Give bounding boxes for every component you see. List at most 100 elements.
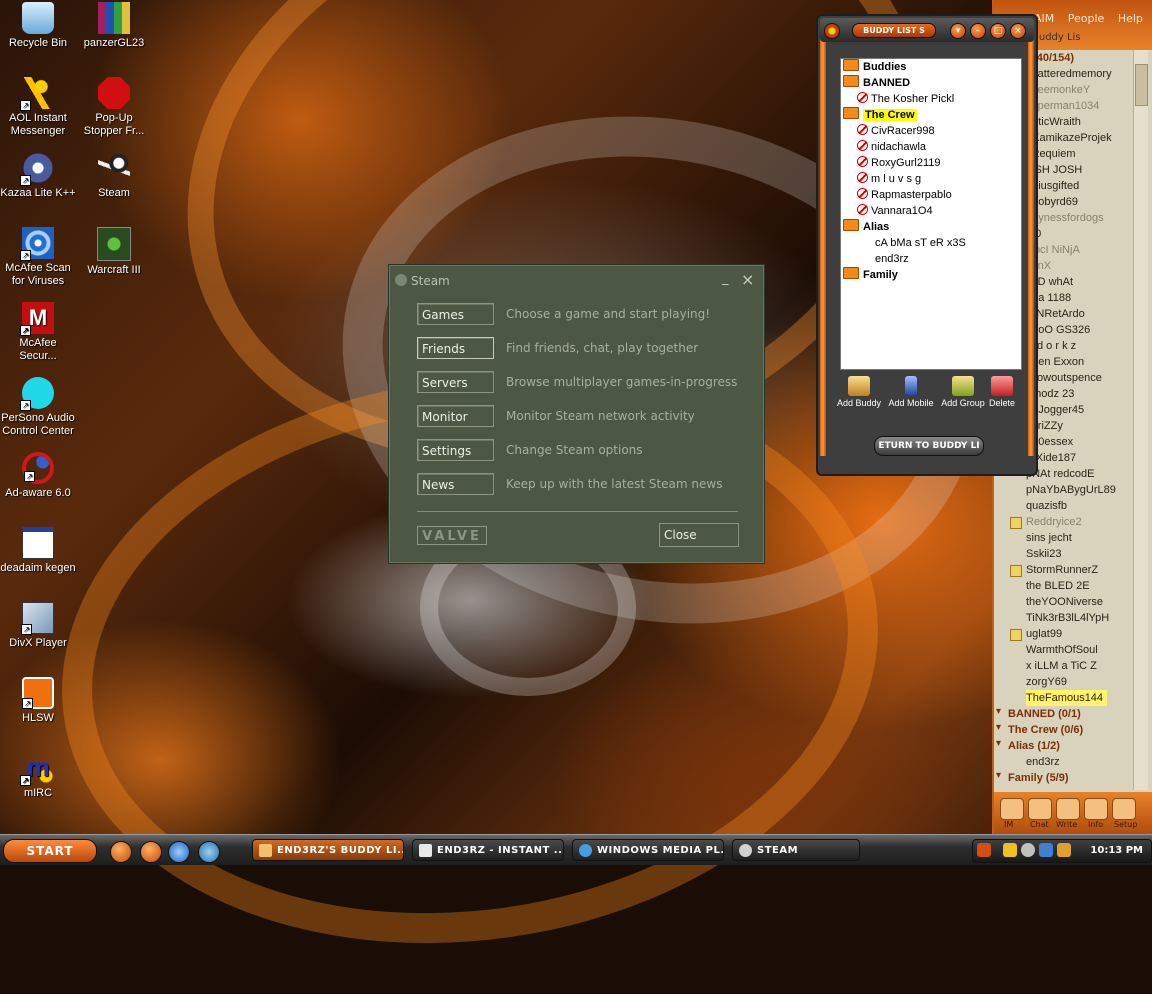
collapse-arrow-icon[interactable]: ▾	[996, 738, 1001, 749]
collapse-arrow-icon[interactable]: ▾	[996, 706, 1001, 717]
add-mobile-button[interactable]: Add Mobile	[886, 376, 936, 408]
buddy-group-header[interactable]: BANNED (0/1)	[1008, 706, 1081, 722]
desktop-icon-persono[interactable]: ↗ PerSono Audio Control Center	[0, 377, 76, 438]
monitor-button[interactable]: Monitor	[417, 405, 494, 427]
buddy-row[interactable]: quazisfb	[1026, 498, 1067, 514]
quicklaunch-firefox-icon[interactable]	[140, 841, 162, 863]
close-button[interactable]: Close	[659, 523, 739, 547]
buddy-row[interactable]: Sskii23	[1026, 546, 1061, 562]
minimize-button[interactable]: _	[722, 271, 729, 286]
start-button[interactable]: START	[3, 839, 97, 863]
friends-button[interactable]: Friends	[417, 337, 494, 359]
desktop-icon-aim[interactable]: ↗ AOL Instant Messenger	[0, 77, 76, 138]
desktop-icon-mcafee-scan[interactable]: ↗ McAfee Scan for Viruses	[0, 227, 76, 288]
write-icon[interactable]	[1056, 798, 1080, 820]
tree-buddy[interactable]: RoxyGurl2119	[857, 155, 941, 171]
buddy-row[interactable]: StormRunnerZ	[1026, 562, 1098, 578]
tray-arrow-icon[interactable]	[977, 843, 991, 857]
info-icon[interactable]	[1084, 798, 1108, 820]
tree-group[interactable]: Family	[843, 267, 898, 283]
buddy-row[interactable]: theYOONiverse	[1026, 594, 1103, 610]
buddy-row[interactable]: uglat99	[1026, 626, 1062, 642]
im-icon[interactable]	[1000, 798, 1024, 820]
desktop-icon-label: PerSono Audio Control Center	[1, 412, 75, 437]
settings-button[interactable]: Settings	[417, 439, 494, 461]
tree-group[interactable]: Alias	[843, 219, 889, 235]
menu-icon[interactable]: ▾	[950, 23, 966, 39]
return-to-buddy-list-button[interactable]: ETURN TO BUDDY LI	[874, 436, 984, 456]
tree-group-selected[interactable]: The Crew	[843, 107, 917, 123]
buddy-row[interactable]: zorgY69	[1026, 674, 1067, 690]
title-bar[interactable]: BUDDY LIST S ▾ – □ ×	[820, 18, 1034, 42]
tree-buddy[interactable]: The Kosher Pickl	[857, 91, 954, 107]
desktop-icon-hlsw[interactable]: ↗ HLSW	[0, 677, 76, 725]
buddy-row[interactable]: x iLLM a TiC Z	[1026, 658, 1097, 674]
buddy-group-header[interactable]: Family (5/9)	[1008, 770, 1069, 786]
tree-buddy[interactable]: m l u v s g	[857, 171, 921, 187]
buddy-row[interactable]: pNaYbABygUrL89	[1026, 482, 1116, 498]
scrollbar-thumb[interactable]	[1135, 64, 1148, 106]
tree-buddy[interactable]: Rapmasterpablo	[857, 187, 952, 203]
tree-group[interactable]: Buddies	[843, 59, 906, 75]
chat-icon[interactable]	[1028, 798, 1052, 820]
desktop-icon-mcafee-security[interactable]: M ↗ McAfee Secur...	[0, 302, 76, 363]
buddy-row[interactable]: sins jecht	[1026, 530, 1072, 546]
task-steam[interactable]: STEAM	[732, 839, 860, 861]
close-icon[interactable]: ×	[1010, 23, 1026, 39]
tray-messenger-icon[interactable]	[1057, 843, 1071, 857]
tree-buddy[interactable]: CivRacer998	[857, 123, 935, 139]
desktop-icon-panzergl23[interactable]: panzerGL23	[76, 2, 152, 50]
tray-network-icon[interactable]	[1039, 843, 1053, 857]
desktop-icon-kazaa[interactable]: ↗ Kazaa Lite K++	[0, 152, 76, 200]
setup-icon[interactable]	[1112, 798, 1136, 820]
buddy-row[interactable]: oKamikazeProjek	[1026, 130, 1112, 146]
delete-button[interactable]: Delete	[980, 376, 1024, 408]
tree-group[interactable]: BANNED	[843, 75, 910, 91]
desktop-icon-recycle-bin[interactable]: Recycle Bin	[0, 2, 76, 50]
buddy-row[interactable]: TheFamous144	[1026, 690, 1108, 706]
desktop-icon-steam[interactable]: Steam	[76, 152, 152, 200]
buddy-row[interactable]: WarmthOfSoul	[1026, 642, 1098, 658]
menu-people[interactable]: People	[1068, 12, 1105, 25]
menu-help[interactable]: Help	[1118, 12, 1143, 25]
collapse-arrow-icon[interactable]: ▾	[996, 722, 1001, 733]
buddy-list-tab[interactable]: Buddy Lis	[1032, 32, 1081, 43]
add-buddy-label: Add Buddy	[836, 398, 882, 408]
desktop-icon-warcraft[interactable]: Warcraft III	[76, 227, 152, 277]
games-button[interactable]: Games	[417, 303, 494, 325]
scrollbar[interactable]	[1133, 50, 1148, 790]
buddy-row[interactable]: TiNk3rB3lL4lYpH	[1026, 610, 1109, 626]
tree-buddy[interactable]: end3rz	[875, 251, 909, 267]
task-instant-message[interactable]: END3RZ - INSTANT ...	[412, 839, 564, 861]
tree-buddy[interactable]: nidachawla	[857, 139, 926, 155]
minimize-icon[interactable]: –	[970, 23, 986, 39]
aim-running-man-icon[interactable]	[824, 23, 840, 39]
buddy-row[interactable]: end3rz	[1026, 754, 1060, 770]
maximize-icon[interactable]: □	[990, 23, 1006, 39]
desktop-icon-deadaim[interactable]: deadaim kegen	[0, 527, 76, 575]
desktop-icon-popup-stopper[interactable]: Pop-Up Stopper Fr...	[76, 77, 152, 138]
task-buddy-list[interactable]: END3RZ'S BUDDY LI...	[252, 839, 404, 861]
buddy-group-header[interactable]: Alias (1/2)	[1008, 738, 1060, 754]
buddy-row[interactable]: the BLED 2E	[1026, 578, 1090, 594]
tree-buddy[interactable]: cA bMa sT eR x3S	[875, 235, 966, 251]
add-buddy-button[interactable]: Add Buddy	[834, 376, 884, 408]
buddy-group-header[interactable]: The Crew (0/6)	[1008, 722, 1083, 738]
steam-window: Steam _ × Games Choose a game and start …	[388, 264, 765, 564]
buddy-row[interactable]: chatteredmemory	[1026, 66, 1112, 82]
news-button[interactable]: News	[417, 473, 494, 495]
collapse-arrow-icon[interactable]: ▾	[996, 770, 1001, 781]
quicklaunch-desktop-icon[interactable]	[198, 841, 220, 863]
servers-button[interactable]: Servers	[417, 371, 494, 393]
tray-aim-icon[interactable]	[1003, 843, 1017, 857]
quicklaunch-aim-icon[interactable]	[110, 841, 132, 863]
tree-buddy[interactable]: Vannara1O4	[857, 203, 933, 219]
tray-steam-icon[interactable]	[1021, 843, 1035, 857]
task-media-player[interactable]: WINDOWS MEDIA PL...	[572, 839, 724, 861]
buddy-row[interactable]: Reddryice2	[1026, 514, 1082, 530]
desktop-icon-divx[interactable]: ↗ DivX Player	[0, 602, 76, 650]
desktop-icon-adaware[interactable]: ↗ Ad-aware 6.0	[0, 452, 76, 500]
quicklaunch-ie-icon[interactable]	[168, 841, 190, 863]
close-icon[interactable]: ×	[741, 270, 754, 289]
desktop-icon-mirc[interactable]: m ↗ mIRC	[0, 752, 76, 800]
